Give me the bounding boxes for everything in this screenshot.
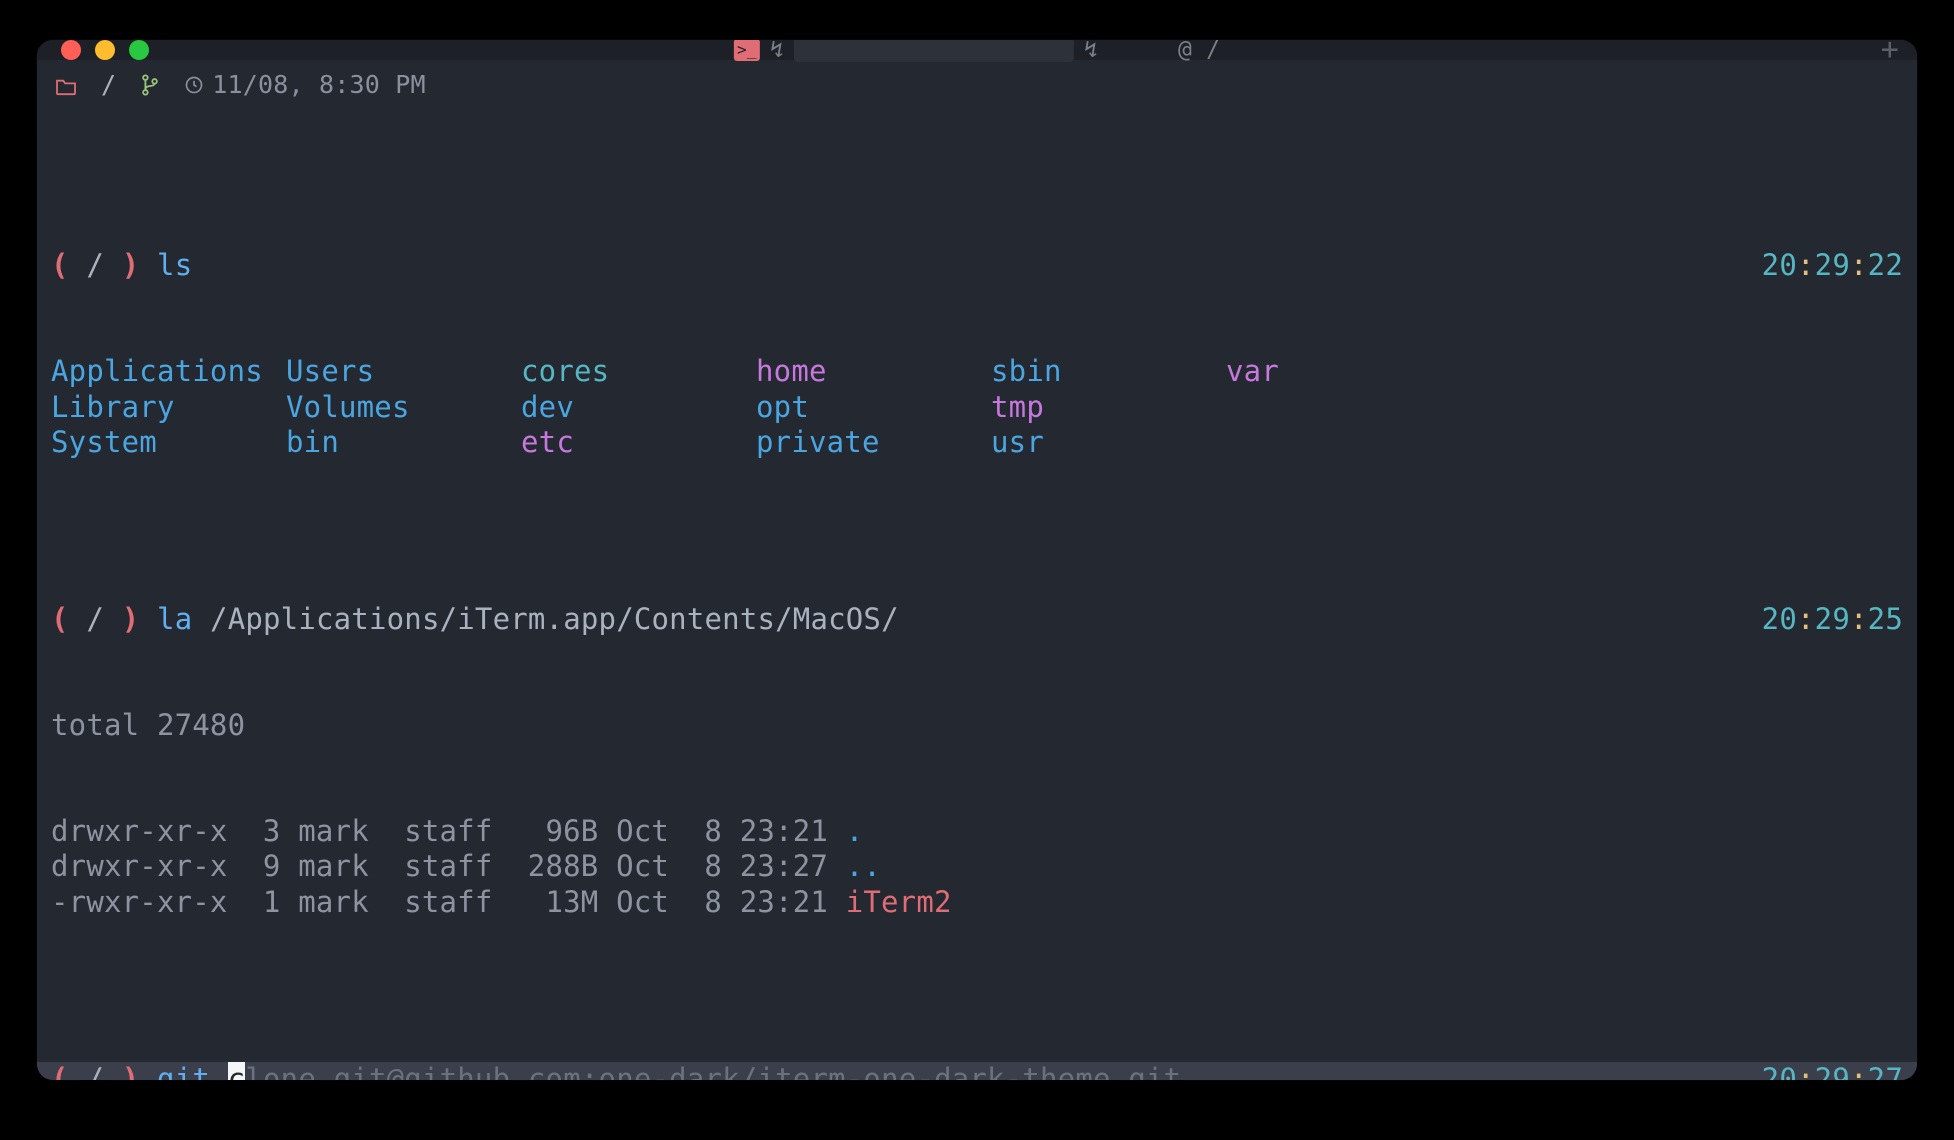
prompt-line: ( / ) la /Applications/iTerm.app/Content…: [51, 602, 1903, 637]
terminal-icon: >_: [734, 40, 760, 61]
clock-icon: [184, 75, 204, 95]
title-path: @ /: [1178, 40, 1220, 64]
title-field: [794, 40, 1074, 62]
prompt-close: ): [122, 248, 140, 282]
timestamp: 20:29:25: [1762, 602, 1903, 637]
la-row: drwxr-xr-x 3 mark staff 96B Oct 8 23:21 …: [51, 814, 1903, 849]
prompt-line-active[interactable]: ( / ) git clone git@github.com:one-dark/…: [37, 1062, 1917, 1080]
ls-entry: [1226, 390, 1461, 425]
prompt-path: /: [86, 1062, 104, 1080]
window-controls: [37, 40, 149, 60]
ls-entry: Applications: [51, 354, 286, 389]
title-arrow-left-icon: ↯: [770, 40, 784, 64]
git-branch-icon: [140, 70, 160, 101]
title-arrow-right-icon: ↯: [1084, 40, 1098, 64]
cursor: c: [228, 1062, 246, 1080]
ls-entry: [1226, 425, 1461, 460]
prompt-line: ( / ) ls 20:29:22: [51, 248, 1903, 283]
ls-entry: cores: [521, 354, 756, 389]
new-tab-button[interactable]: +: [1881, 40, 1899, 68]
ls-entry: home: [756, 354, 991, 389]
ls-entry: opt: [756, 390, 991, 425]
ls-entry: bin: [286, 425, 521, 460]
terminal-window: >_ ↯ ↯ @ / + / 11/08, 8:30 PM ( / ) ls 2…: [37, 40, 1917, 1080]
command-arg: /Applications/iTerm.app/Contents/MacOS/: [210, 602, 899, 636]
ls-entry: etc: [521, 425, 756, 460]
command-text: ls: [157, 248, 192, 282]
timestamp: 20:29:22: [1762, 248, 1903, 283]
terminal-body[interactable]: ( / ) ls 20:29:22 ApplicationsUserscores…: [37, 107, 1917, 1081]
ls-entry: Volumes: [286, 390, 521, 425]
la-output: drwxr-xr-x 3 mark staff 96B Oct 8 23:21 …: [51, 814, 1903, 920]
prompt-path: /: [86, 602, 104, 636]
la-total: total 27480: [51, 708, 1903, 743]
ls-entry: usr: [991, 425, 1226, 460]
autosuggestion: lone git@github.com:one-dark/iterm-one-d…: [245, 1062, 1181, 1080]
minimize-button[interactable]: [95, 40, 115, 60]
status-datetime-text: 11/08, 8:30 PM: [212, 70, 426, 101]
ls-entry: sbin: [991, 354, 1226, 389]
ls-entry: private: [756, 425, 991, 460]
status-bar: / 11/08, 8:30 PM: [37, 60, 1917, 107]
folder-icon: [55, 70, 77, 101]
status-path: /: [101, 70, 116, 101]
ls-entry: System: [51, 425, 286, 460]
status-datetime: 11/08, 8:30 PM: [184, 70, 426, 101]
prompt-open: (: [51, 602, 69, 636]
ls-entry: Library: [51, 390, 286, 425]
command-text: la: [157, 602, 192, 636]
prompt-close: ): [122, 1062, 140, 1080]
prompt-close: ): [122, 602, 140, 636]
ls-entry: tmp: [991, 390, 1226, 425]
ls-entry: var: [1226, 354, 1461, 389]
command-text: git: [157, 1062, 228, 1080]
prompt-path: /: [86, 248, 104, 282]
close-button[interactable]: [61, 40, 81, 60]
timestamp: 20:29:27: [1762, 1062, 1903, 1080]
titlebar: >_ ↯ ↯ @ / +: [37, 40, 1917, 60]
ls-output: ApplicationsUserscoreshomesbinvar Library…: [51, 354, 1903, 460]
window-title: >_ ↯ ↯ @ /: [734, 40, 1220, 64]
ls-entry: dev: [521, 390, 756, 425]
la-row: -rwxr-xr-x 1 mark staff 13M Oct 8 23:21 …: [51, 885, 1903, 920]
prompt-open: (: [51, 1062, 69, 1080]
la-row: drwxr-xr-x 9 mark staff 288B Oct 8 23:27…: [51, 849, 1903, 884]
zoom-button[interactable]: [129, 40, 149, 60]
prompt-open: (: [51, 248, 69, 282]
ls-entry: Users: [286, 354, 521, 389]
